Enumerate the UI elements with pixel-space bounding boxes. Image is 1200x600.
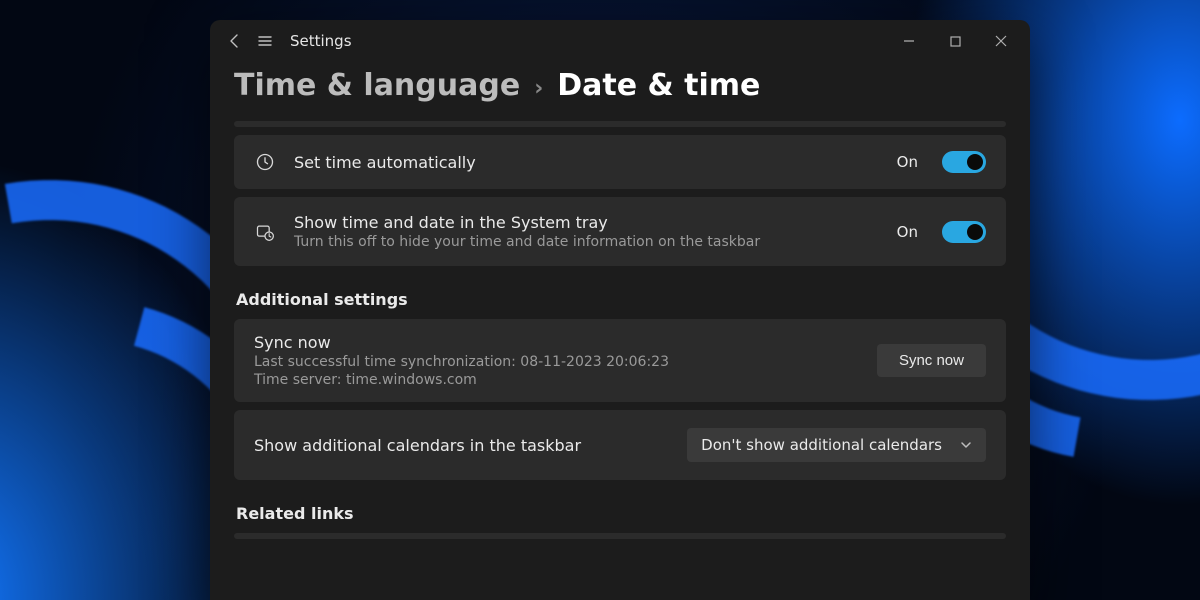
hamburger-button[interactable] <box>250 26 280 56</box>
breadcrumb-parent[interactable]: Time & language <box>234 68 520 103</box>
sync-server: Time server: time.windows.com <box>254 372 859 388</box>
toggle-set-time-automatically[interactable] <box>942 151 986 173</box>
taskbar-clock-icon <box>254 222 276 242</box>
close-button[interactable] <box>978 25 1024 57</box>
minimize-icon <box>903 35 915 47</box>
close-icon <box>995 35 1007 47</box>
maximize-icon <box>950 36 961 47</box>
toggle-show-in-tray[interactable] <box>942 221 986 243</box>
desktop-background: Settings Time & language › Date & time <box>0 0 1200 600</box>
setting-row-additional-calendars: Show additional calendars in the taskbar… <box>234 410 1006 480</box>
settings-window: Settings Time & language › Date & time <box>210 20 1030 600</box>
setting-subtitle: Turn this off to hide your time and date… <box>294 234 879 250</box>
setting-row-sync-now: Sync now Last successful time synchroniz… <box>234 319 1006 402</box>
setting-row-show-in-tray: Show time and date in the System tray Tu… <box>234 197 1006 266</box>
setting-title: Set time automatically <box>294 153 879 172</box>
dropdown-selected-value: Don't show additional calendars <box>701 436 942 454</box>
settings-content: Set time automatically On Show time and … <box>210 121 1030 600</box>
titlebar: Settings <box>210 20 1030 62</box>
section-header-related-links: Related links <box>236 504 1006 523</box>
card-peek-below <box>234 533 1006 539</box>
chevron-down-icon <box>960 439 972 451</box>
window-title: Settings <box>290 32 352 50</box>
minimize-button[interactable] <box>886 25 932 57</box>
sync-title: Sync now <box>254 333 859 352</box>
setting-row-set-time-automatically: Set time automatically On <box>234 135 1006 189</box>
back-button[interactable] <box>220 26 250 56</box>
toggle-state-label: On <box>897 153 918 171</box>
card-peek-above <box>234 121 1006 127</box>
maximize-button[interactable] <box>932 25 978 57</box>
breadcrumb-separator: › <box>534 76 543 101</box>
hamburger-icon <box>257 33 273 49</box>
calendars-label: Show additional calendars in the taskbar <box>254 436 669 455</box>
clock-icon <box>254 152 276 172</box>
sync-last-success: Last successful time synchronization: 08… <box>254 354 859 370</box>
arrow-left-icon <box>227 33 243 49</box>
sync-now-button[interactable]: Sync now <box>877 344 986 377</box>
breadcrumb: Time & language › Date & time <box>210 62 1030 121</box>
section-header-additional-settings: Additional settings <box>236 290 1006 309</box>
setting-title: Show time and date in the System tray <box>294 213 879 232</box>
calendars-dropdown[interactable]: Don't show additional calendars <box>687 428 986 462</box>
toggle-state-label: On <box>897 223 918 241</box>
breadcrumb-current: Date & time <box>557 68 760 103</box>
